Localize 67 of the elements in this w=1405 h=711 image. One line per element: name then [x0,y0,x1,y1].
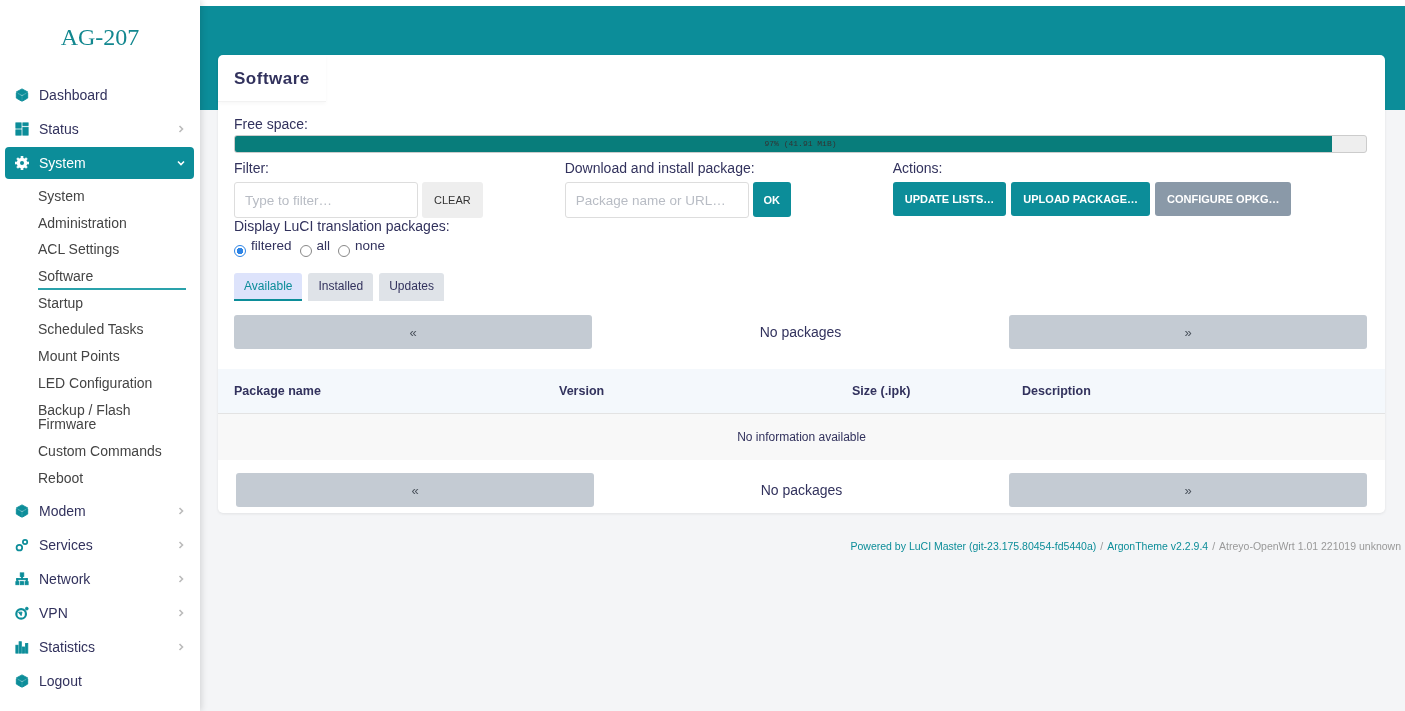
table-cell: No information available [737,430,866,444]
radio-button[interactable] [299,245,312,257]
radio-button[interactable] [234,245,246,257]
nav-item[interactable]: System [5,147,194,179]
nav-item[interactable]: Modem [5,495,194,528]
previous-page-button[interactable]: « [234,315,592,349]
submenu-item[interactable]: Scheduled Tasks [38,316,186,344]
previous-page-button[interactable]: « [236,473,594,507]
submenu-item[interactable]: Startup [38,289,186,317]
submenu-item[interactable]: Backup / Flash Firmware [38,396,186,438]
package-field[interactable]: Package name or URL… [564,182,749,218]
field-label: Free space: [234,116,308,132]
footer-separator: / [1212,540,1216,552]
next-page-button[interactable]: » [1009,473,1367,507]
field-label: Download and install package: [564,160,755,176]
next-page-button[interactable]: » [1009,315,1367,349]
gear-icon [15,156,29,170]
field-label: Filter: [234,160,269,176]
action-button[interactable]: UPDATE LISTS… [892,182,1007,216]
pager-status: No packages [759,482,844,498]
cube-icon [15,674,29,689]
nav-item[interactable]: Services [5,529,194,562]
network-icon [15,572,29,587]
nav-item[interactable]: Network [5,563,194,596]
nav-item[interactable]: Logout [5,665,194,698]
tab[interactable]: Updates [379,273,444,301]
submenu-item[interactable]: LED Configuration [38,369,186,397]
nav-item[interactable]: Dashboard [5,79,194,111]
radio-label: none [355,238,386,253]
column-header: Package name [234,384,322,398]
nav-item[interactable]: VPN [5,597,194,630]
submenu-item[interactable]: ACL Settings [38,236,186,264]
footer-separator: / [1100,540,1104,552]
pager-status: No packages [758,324,843,340]
tab[interactable]: Installed [308,273,374,301]
footer-link[interactable]: Powered by LuCI Master (git-23.175.80454-fd5440a) [850,540,1097,552]
submenu-item[interactable]: System [38,183,186,210]
field-label: Actions: [892,160,943,176]
nav-item[interactable]: Status [5,113,194,145]
submenu-item[interactable]: Custom Commands [38,437,186,465]
ok-button[interactable]: OK [752,182,791,217]
gears-icon [15,538,29,553]
radio-label: filtered [251,238,292,253]
grid-icon [15,122,29,136]
column-header: Description [1022,384,1091,398]
column-header: Version [559,384,606,398]
progress-reading: 97% (41.91 MiB) [764,139,837,148]
column-header: Size (.ipk) [852,384,912,398]
footer-text: Atreyo-OpenWrt 1.01 221019 unknown [1219,540,1401,552]
filter-field[interactable]: Type to filter… [234,182,418,218]
page-title: Software [218,55,326,102]
bar-chart-icon [15,640,29,655]
cube-icon [15,504,29,519]
submenu-item[interactable]: Administration [38,209,186,237]
radio-label: all [316,238,331,253]
nav-item[interactable]: Statistics [5,631,194,664]
submenu-item[interactable]: Software [38,263,186,290]
field-label: Display LuCI translation packages: [234,218,450,234]
submenu-item[interactable]: Mount Points [38,343,186,370]
brand-logo: AG-207 [60,24,140,51]
cube-icon [15,88,29,102]
action-button[interactable]: UPLOAD PACKAGE… [1011,182,1151,216]
footer-link[interactable]: ArgonTheme v2.2.9.4 [1107,540,1209,552]
radio-button[interactable] [338,245,351,257]
globe-icon [15,606,29,621]
clear-button[interactable]: CLEAR [422,182,483,218]
submenu-item[interactable]: Reboot [38,464,186,492]
